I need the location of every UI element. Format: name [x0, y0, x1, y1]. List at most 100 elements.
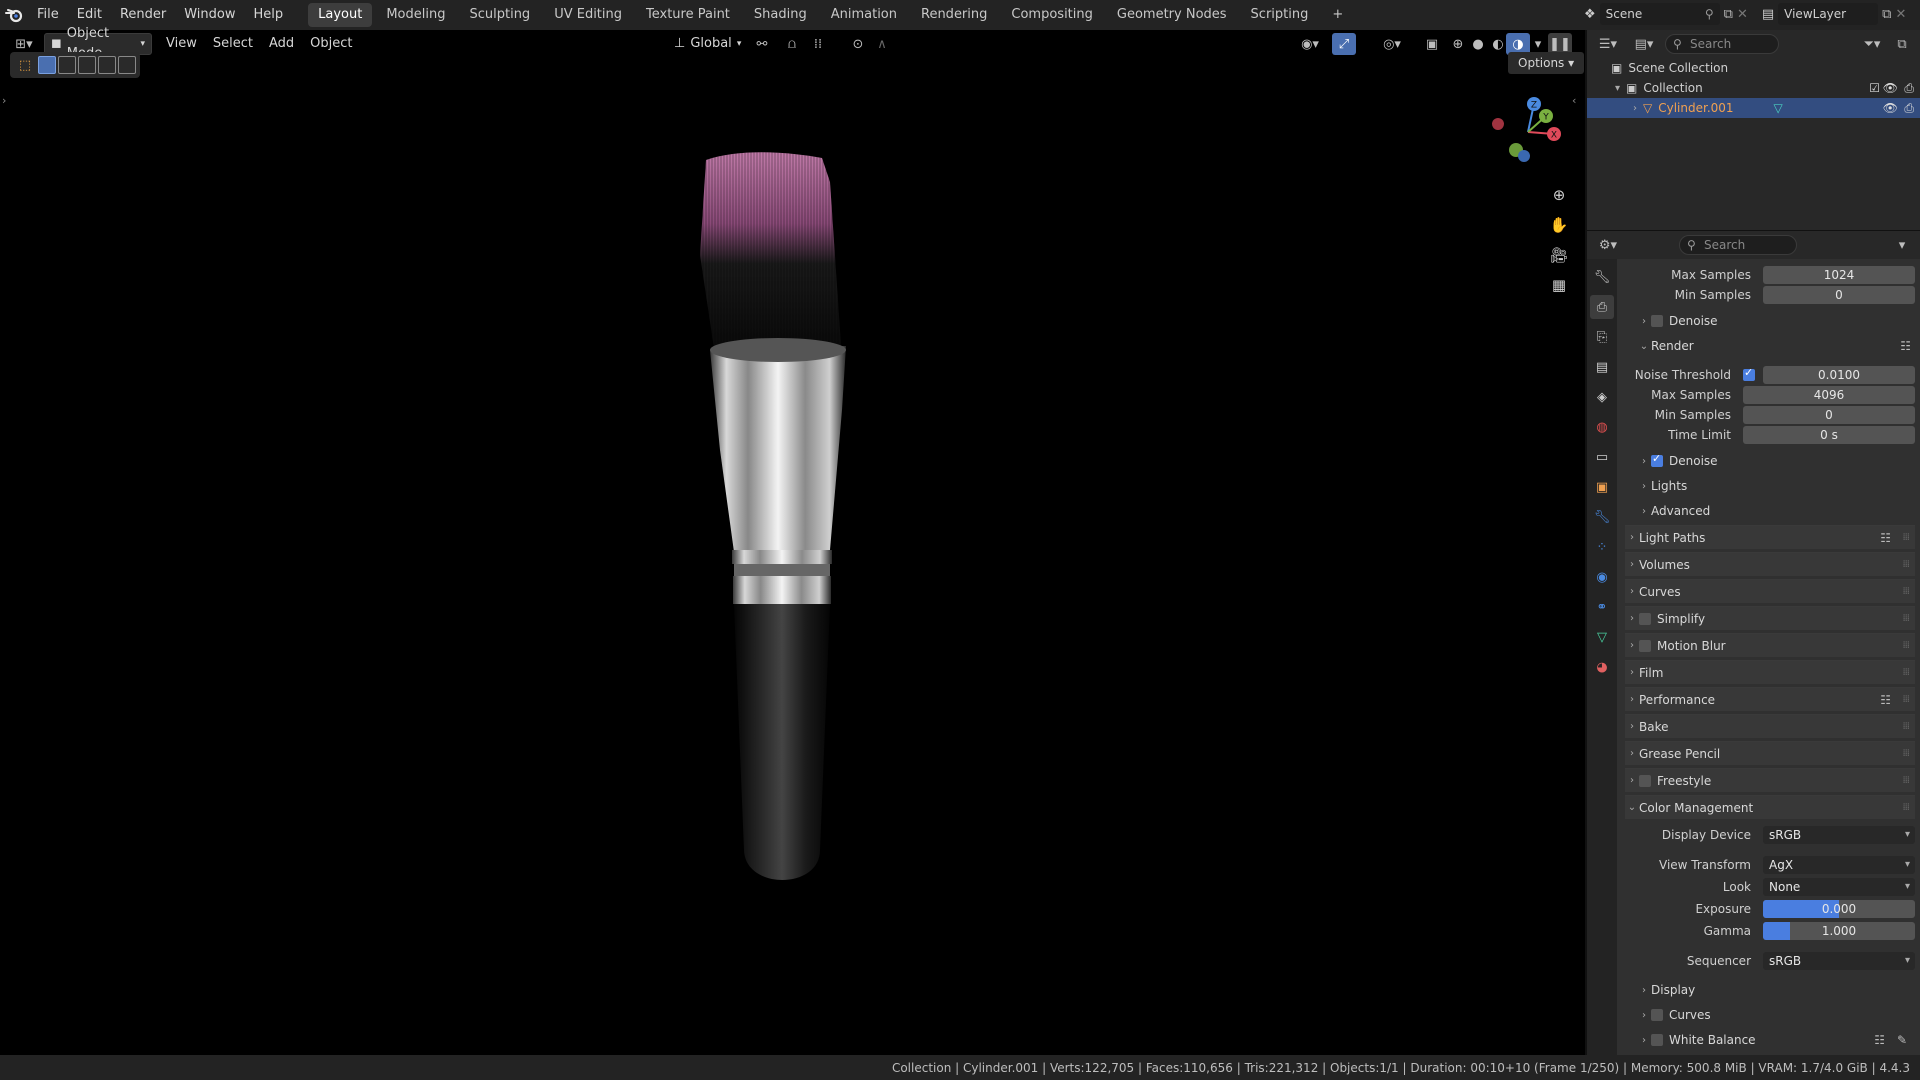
list-options-icon[interactable]: ☷ [1880, 693, 1891, 707]
output-tab-icon[interactable]: ⎘ [1590, 325, 1614, 349]
exclude-checkbox-icon[interactable]: ☑ [1869, 81, 1880, 95]
subpanel-display[interactable]: › Display [1637, 979, 1915, 1001]
render-max-samples-field[interactable]: 4096 [1743, 386, 1915, 404]
mesh-data-icon[interactable]: ▽ [1774, 101, 1783, 115]
menu-help[interactable]: Help [245, 0, 293, 30]
display-mode-icon[interactable]: ▤▾ [1629, 33, 1659, 55]
modifier-tab-icon[interactable]: 🔧︎ [1590, 505, 1614, 529]
look-dropdown[interactable]: None ▾ [1763, 878, 1915, 896]
menu-file[interactable]: File [28, 0, 68, 30]
motion-blur-checkbox[interactable] [1639, 639, 1651, 652]
navigation-gizmo[interactable]: Z X Y [1488, 92, 1568, 168]
snap-icon[interactable]: ⩍ [780, 33, 804, 55]
tab-texture-paint[interactable]: Texture Paint [636, 3, 740, 27]
filter-icon[interactable]: ⏷▾ [1860, 33, 1884, 55]
tab-sculpting[interactable]: Sculpting [459, 3, 540, 27]
camera-icon[interactable]: ⎙ [1904, 101, 1914, 116]
editor-type-icon[interactable]: ⚙▾ [1593, 234, 1623, 256]
noise-threshold-field[interactable]: 0.0100 [1763, 366, 1915, 384]
pivot-point-icon[interactable]: ⚯ [750, 33, 774, 55]
chevron-right-icon[interactable]: › [1633, 103, 1637, 114]
curves-checkbox[interactable] [1651, 1009, 1663, 1021]
options-dropdown[interactable]: Options ▾ [1508, 52, 1585, 74]
camera-view-icon[interactable]: 🎥︎ [1546, 242, 1572, 268]
gizmo-toggle-icon[interactable]: ⤢ [1332, 33, 1356, 55]
delete-view-layer-icon[interactable]: ✕ [1895, 7, 1906, 22]
view-layer-tab-icon[interactable]: ▤ [1590, 355, 1614, 379]
new-view-layer-icon[interactable]: ⧉ [1882, 7, 1891, 22]
subpanel-advanced[interactable]: › Advanced [1637, 500, 1915, 522]
select-new-icon[interactable] [38, 56, 56, 74]
subpanel-white-balance[interactable]: › White Balance ☷ ✎ [1637, 1029, 1915, 1051]
drag-handle-icon[interactable]: ⁞⁞⁞ [1902, 667, 1909, 678]
collection-tab-icon[interactable]: ▭ [1590, 445, 1614, 469]
outliner-row-cylinder[interactable]: › ▽ Cylinder.001 ▽ 👁︎ ⎙ [1587, 98, 1920, 118]
properties-search-input[interactable]: ⚲ Search [1679, 235, 1797, 255]
outliner-search-input[interactable]: ⚲ Search [1665, 34, 1779, 54]
pan-hand-icon[interactable]: ✋ [1546, 212, 1572, 238]
section-performance[interactable]: › Performance ☷ ⁞⁞⁞ [1625, 687, 1915, 711]
viewport-max-samples-field[interactable]: 1024 [1763, 266, 1915, 284]
delete-scene-icon[interactable]: ✕ [1737, 7, 1748, 22]
subpanel-lights[interactable]: › Lights [1637, 475, 1915, 497]
falloff-icon[interactable]: ∧ [870, 33, 894, 55]
view-transform-dropdown[interactable]: AgX ▾ [1763, 856, 1915, 874]
section-curves[interactable]: › Curves ⁞⁞⁞ [1625, 579, 1915, 603]
subpanel-render-denoise[interactable]: › Denoise [1637, 450, 1915, 472]
scene-tab-icon[interactable]: ◈ [1590, 385, 1614, 409]
tab-compositing[interactable]: Compositing [1001, 3, 1103, 27]
view-layer-selector[interactable]: ViewLayer [1778, 3, 1879, 25]
eye-icon[interactable]: 👁︎ [1883, 101, 1898, 115]
list-options-icon[interactable]: ☷ [1880, 531, 1891, 545]
camera-icon[interactable]: ⎙ [1904, 81, 1914, 96]
gamma-slider[interactable]: 1.000 [1763, 922, 1915, 940]
menu-select[interactable]: Select [205, 33, 261, 55]
tool-tab-icon[interactable]: 🔧︎ [1590, 265, 1614, 289]
simplify-checkbox[interactable] [1639, 612, 1651, 625]
editor-type-icon[interactable]: ☰▾ [1593, 33, 1623, 55]
chevron-down-icon[interactable]: ▾ [1615, 83, 1620, 94]
scene-selector[interactable]: Scene ⚲ [1599, 3, 1720, 25]
noise-threshold-checkbox[interactable] [1743, 366, 1755, 381]
section-simplify[interactable]: › Simplify ⁞⁞⁞ [1625, 606, 1915, 630]
world-tab-icon[interactable]: ◍ [1590, 415, 1614, 439]
list-options-icon[interactable]: ☷ [1874, 1033, 1885, 1047]
select-extend-icon[interactable] [58, 56, 76, 74]
tab-uv-editing[interactable]: UV Editing [544, 3, 632, 27]
object-tab-icon[interactable]: ▣ [1590, 475, 1614, 499]
menu-window[interactable]: Window [175, 0, 244, 30]
tab-modeling[interactable]: Modeling [376, 3, 455, 27]
section-color-management[interactable]: ⌄ Color Management ⁞⁞⁞ [1625, 795, 1915, 819]
tab-animation[interactable]: Animation [821, 3, 907, 27]
tab-shading[interactable]: Shading [744, 3, 817, 27]
viewport-denoise-checkbox[interactable] [1651, 315, 1663, 327]
tab-layout[interactable]: Layout [308, 3, 373, 27]
tab-geometry-nodes[interactable]: Geometry Nodes [1107, 3, 1237, 27]
sequencer-dropdown[interactable]: sRGB ▾ [1763, 952, 1915, 970]
outliner-row-collection[interactable]: ▾ ▣ Collection ☑ 👁︎ ⎙ [1587, 78, 1920, 98]
drag-handle-icon[interactable]: ⁞⁞⁞ [1902, 613, 1909, 624]
drag-handle-icon[interactable]: ⁞⁞⁞ [1902, 559, 1909, 570]
sidebar-expand-icon[interactable]: ‹ [1572, 94, 1576, 107]
toolbar-expand-icon[interactable]: › [2, 94, 6, 107]
add-workspace-button[interactable]: + [1322, 3, 1353, 27]
data-tab-icon[interactable]: ▽ [1590, 625, 1614, 649]
particles-tab-icon[interactable]: ⁘ [1590, 535, 1614, 559]
drag-handle-icon[interactable]: ⁞⁞⁞ [1902, 775, 1909, 786]
drag-handle-icon[interactable]: ⁞⁞⁞ [1902, 586, 1909, 597]
physics-tab-icon[interactable]: ◉ [1590, 565, 1614, 589]
drag-handle-icon[interactable]: ⁞⁞⁞ [1902, 640, 1909, 651]
render-tab-icon[interactable]: ⎙ [1590, 295, 1614, 319]
zoom-icon[interactable]: ⊕ [1546, 182, 1572, 208]
drag-handle-icon[interactable]: ⁞⁞⁞ [1902, 694, 1909, 705]
render-min-samples-field[interactable]: 0 [1743, 406, 1915, 424]
menu-object[interactable]: Object [302, 33, 360, 55]
material-tab-icon[interactable]: ◕ [1590, 655, 1614, 679]
eye-icon[interactable]: 👁︎ [1883, 81, 1898, 95]
menu-view[interactable]: View [158, 33, 205, 55]
render-denoise-checkbox[interactable] [1651, 452, 1663, 467]
drag-handle-icon[interactable]: ⁞⁞⁞ [1902, 802, 1909, 813]
pin-icon[interactable]: ⚲ [1705, 3, 1714, 25]
section-motion-blur[interactable]: › Motion Blur ⁞⁞⁞ [1625, 633, 1915, 657]
transform-orientation-dropdown[interactable]: ⊥ Global ▾ [668, 33, 744, 55]
